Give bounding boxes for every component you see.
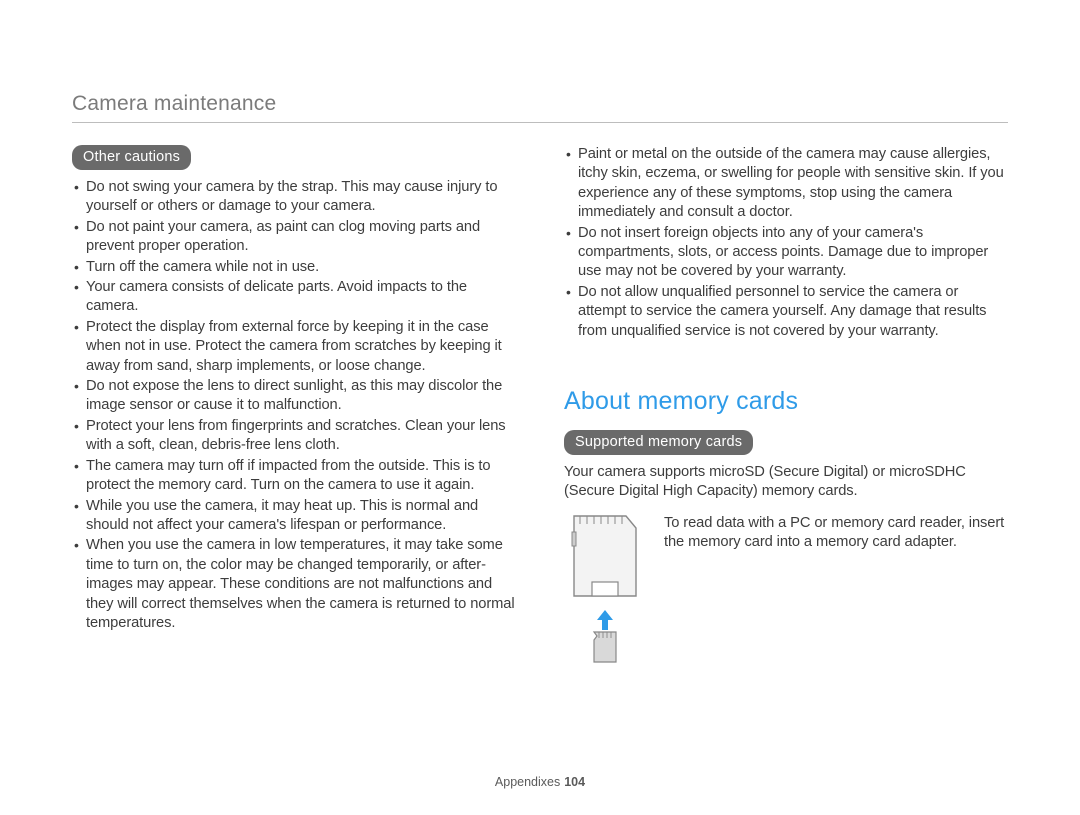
list-item: Do not swing your camera by the strap. T… xyxy=(72,178,516,217)
sd-adapter-icon xyxy=(564,514,646,664)
page-footer: Appendixes 104 xyxy=(0,775,1080,789)
manual-page: Camera maintenance Other cautions Do not… xyxy=(0,0,1080,815)
about-memory-cards-heading: About memory cards xyxy=(564,387,1008,416)
arrow-up-icon xyxy=(597,610,613,630)
list-item: Your camera consists of delicate parts. … xyxy=(72,278,516,317)
list-item: Do not expose the lens to direct sunligh… xyxy=(72,377,516,416)
list-item: Protect the display from external force … xyxy=(72,318,516,376)
list-item: The camera may turn off if impacted from… xyxy=(72,457,516,496)
adapter-row: To read data with a PC or memory card re… xyxy=(564,514,1008,669)
list-item: While you use the camera, it may heat up… xyxy=(72,497,516,536)
page-number: 104 xyxy=(564,775,585,789)
list-item: Do not allow unqualified personnel to se… xyxy=(564,283,1008,341)
right-column: Paint or metal on the outside of the cam… xyxy=(564,145,1008,669)
other-cautions-list: Do not swing your camera by the strap. T… xyxy=(72,178,516,633)
cautions-continued-list: Paint or metal on the outside of the cam… xyxy=(564,145,1008,341)
list-item: Protect your lens from fingerprints and … xyxy=(72,417,516,456)
list-item: Paint or metal on the outside of the cam… xyxy=(564,145,1008,223)
footer-section: Appendixes xyxy=(495,775,560,789)
sd-adapter-illustration xyxy=(564,514,646,669)
adapter-instruction-text: To read data with a PC or memory card re… xyxy=(664,514,1008,553)
left-column: Other cautions Do not swing your camera … xyxy=(72,145,516,669)
list-item: Do not paint your camera, as paint can c… xyxy=(72,218,516,257)
title-rule xyxy=(72,122,1008,123)
supported-memory-cards-badge: Supported memory cards xyxy=(564,430,753,455)
two-column-layout: Other cautions Do not swing your camera … xyxy=(72,145,1008,669)
list-item: Do not insert foreign objects into any o… xyxy=(564,224,1008,282)
other-cautions-badge: Other cautions xyxy=(72,145,191,170)
page-title: Camera maintenance xyxy=(72,92,1008,116)
list-item: Turn off the camera while not in use. xyxy=(72,258,516,277)
list-item: When you use the camera in low temperatu… xyxy=(72,536,516,633)
micro-sd-icon xyxy=(594,632,616,662)
supported-memory-cards-text: Your camera supports microSD (Secure Dig… xyxy=(564,463,1008,502)
